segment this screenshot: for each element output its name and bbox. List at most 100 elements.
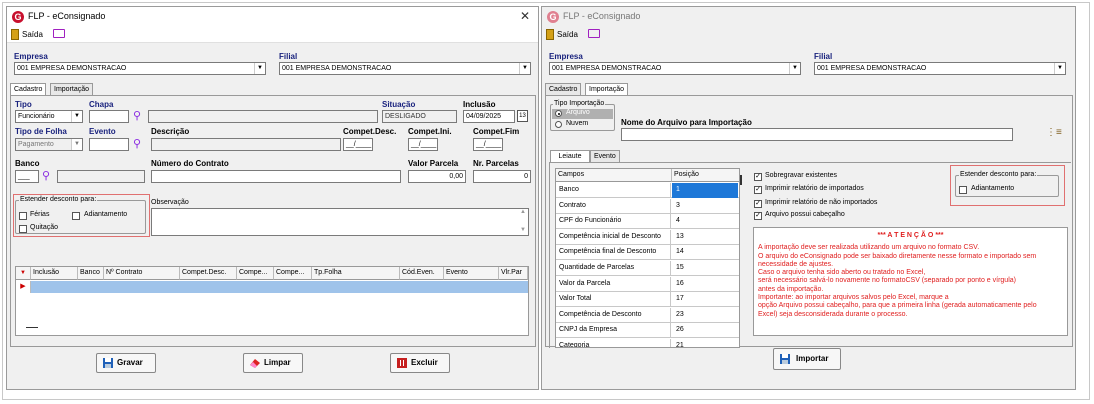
observacao-textarea[interactable]	[151, 208, 529, 236]
posicao-cell[interactable]: 15	[672, 261, 738, 276]
grid-header[interactable]: Compe...	[274, 267, 312, 280]
table-row[interactable]: CNPJ da Empresa 26	[556, 323, 739, 339]
search-icon[interactable]: ⚲	[42, 169, 50, 182]
compet-ini-field[interactable]: __/____	[408, 138, 438, 151]
evento-input[interactable]	[89, 138, 129, 151]
compet-fim-field[interactable]: __/____	[473, 138, 503, 151]
possui-cabecalho-checkbox[interactable]: ✓	[754, 212, 762, 220]
limpar-button[interactable]: Limpar	[243, 353, 303, 373]
tipo-folha-select[interactable]: Pagamento ▼	[15, 138, 83, 151]
search-icon[interactable]: ⚲	[133, 137, 141, 150]
gravar-button[interactable]: Gravar	[96, 353, 156, 373]
chevron-down-icon[interactable]: ▼	[1054, 63, 1065, 74]
sobregravar-checkbox[interactable]: ✓	[754, 173, 762, 181]
importar-label: Importar	[796, 354, 829, 363]
tab-importacao[interactable]: Importação	[50, 83, 94, 95]
posicao-cell[interactable]: 23	[672, 308, 738, 323]
filial-select[interactable]: 001 EMPRESA DEMONSTRACAO ▼	[279, 62, 531, 75]
empresa-label: Empresa	[549, 52, 583, 61]
folder-browse-icon[interactable]: ⋮≡	[1046, 127, 1062, 138]
grid-indicator-header: ▼	[16, 267, 31, 280]
highlight-box	[13, 194, 150, 237]
posicao-cell[interactable]: 1	[672, 183, 738, 198]
chapa-input[interactable]	[89, 110, 129, 123]
compet-desc-field[interactable]: __/____	[343, 138, 373, 151]
imprimir-importados-checkbox[interactable]: ✓	[754, 186, 762, 194]
chevron-down-icon[interactable]: ▼	[789, 63, 800, 74]
grid-header[interactable]: Tp.Folha	[312, 267, 400, 280]
grid-header[interactable]: Cód.Even.	[400, 267, 444, 280]
situacao-field: DESLIGADO	[382, 110, 457, 123]
nr-parcelas-label: Nr. Parcelas	[473, 159, 519, 168]
posicao-cell[interactable]: 13	[672, 230, 738, 245]
table-row[interactable]: Competência final de Desconto 14	[556, 245, 739, 261]
grid-header[interactable]: Banco	[78, 267, 104, 280]
scrollbar-thumb[interactable]	[26, 327, 38, 328]
posicao-cell[interactable]: 26	[672, 323, 738, 338]
monitor-icon[interactable]	[53, 29, 65, 38]
nuvem-radio[interactable]	[555, 121, 562, 128]
monitor-icon[interactable]	[588, 29, 600, 38]
posicao-header[interactable]: Posição	[672, 169, 739, 182]
nr-parcelas-input[interactable]: 0	[473, 170, 531, 183]
filial-select[interactable]: 001 EMPRESA DEMONSTRACAO ▼	[814, 62, 1066, 75]
campo-cell: Contrato	[556, 198, 671, 214]
table-row[interactable]: Valor da Parcela 16	[556, 276, 739, 292]
empresa-select[interactable]: 001 EMPRESA DEMONSTRACAO ▼	[549, 62, 801, 75]
posicao-cell[interactable]: 21	[672, 339, 738, 347]
scroll-up-icon[interactable]: ▲	[520, 209, 526, 215]
chevron-down-icon[interactable]: ▼	[519, 63, 530, 74]
table-row[interactable]: Competência de Desconto 23	[556, 307, 739, 323]
posicao-cell[interactable]: 4	[672, 214, 738, 229]
numero-contrato-input[interactable]	[151, 170, 401, 183]
close-icon[interactable]: ✕	[520, 9, 530, 23]
table-row[interactable]: CPF do Funcionário 4	[556, 214, 739, 230]
banco-input[interactable]: ___	[15, 170, 39, 183]
grid-header[interactable]: Nº Contrato	[104, 267, 180, 280]
exit-button[interactable]: Saída	[557, 30, 578, 39]
tab-evento[interactable]: Evento	[590, 150, 620, 162]
grid-header[interactable]: Evento	[444, 267, 499, 280]
posicao-cell[interactable]: 16	[672, 277, 738, 292]
exit-door-icon[interactable]	[11, 29, 19, 40]
table-row[interactable]	[31, 281, 528, 293]
possui-cabecalho-label: Arquivo possui cabeçalho	[765, 211, 845, 218]
nome-arquivo-input[interactable]	[621, 128, 1013, 141]
campo-cell: Banco	[556, 183, 671, 198]
posicao-cell[interactable]: 14	[672, 245, 738, 260]
atencao-title: *** A T E N Ç Ã O ***	[877, 232, 944, 239]
posicao-cell[interactable]: 3	[672, 199, 738, 214]
campos-header[interactable]: Campos	[556, 169, 672, 182]
scroll-down-icon[interactable]: ▼	[520, 227, 526, 233]
table-row[interactable]: Valor Total 17	[556, 292, 739, 308]
search-icon[interactable]: ⚲	[133, 109, 141, 122]
arquivo-radio[interactable]	[555, 110, 562, 117]
table-row[interactable]: Banco 1	[556, 183, 739, 198]
table-row[interactable]: Quantidade de Parcelas 15	[556, 261, 739, 276]
posicao-cell[interactable]: 17	[672, 292, 738, 307]
grid-header[interactable]: Compe...	[237, 267, 274, 280]
tab-cadastro[interactable]: Cadastro	[545, 83, 582, 95]
grid-header[interactable]: Compet.Desc.	[180, 267, 237, 280]
table-row[interactable]: Contrato 3	[556, 198, 739, 214]
table-row[interactable]: Competência inicial de Desconto 13	[556, 229, 739, 245]
tipo-select[interactable]: Funcionário ▼	[15, 110, 83, 123]
imprimir-nao-importados-checkbox[interactable]: ✓	[754, 200, 762, 208]
chevron-down-icon[interactable]: ▼	[254, 63, 265, 74]
chevron-down-icon[interactable]: ▼	[71, 111, 82, 122]
left-window: G FLP - eConsignado ✕ Saída Empresa 001 …	[6, 6, 539, 390]
highlight-box	[950, 165, 1065, 206]
exit-button[interactable]: Saída	[22, 30, 43, 39]
valor-parcela-input[interactable]: 0,00	[408, 170, 466, 183]
importar-button[interactable]: Importar	[773, 348, 841, 370]
exit-door-icon[interactable]	[546, 29, 554, 40]
grid-header[interactable]: Inclusão	[31, 267, 78, 280]
table-row[interactable]: Categoria 21	[556, 339, 739, 347]
campo-cell: Categoria	[556, 339, 671, 347]
inclusao-date-field[interactable]: 04/09/2025	[463, 110, 515, 123]
chevron-down-icon[interactable]: ▼	[71, 139, 82, 150]
calendar-icon[interactable]: 13	[517, 110, 528, 122]
grid-header[interactable]: Vlr.Par	[499, 267, 528, 280]
excluir-button[interactable]: Excluir	[390, 353, 450, 373]
empresa-select[interactable]: 001 EMPRESA DEMONSTRACAO ▼	[14, 62, 266, 75]
